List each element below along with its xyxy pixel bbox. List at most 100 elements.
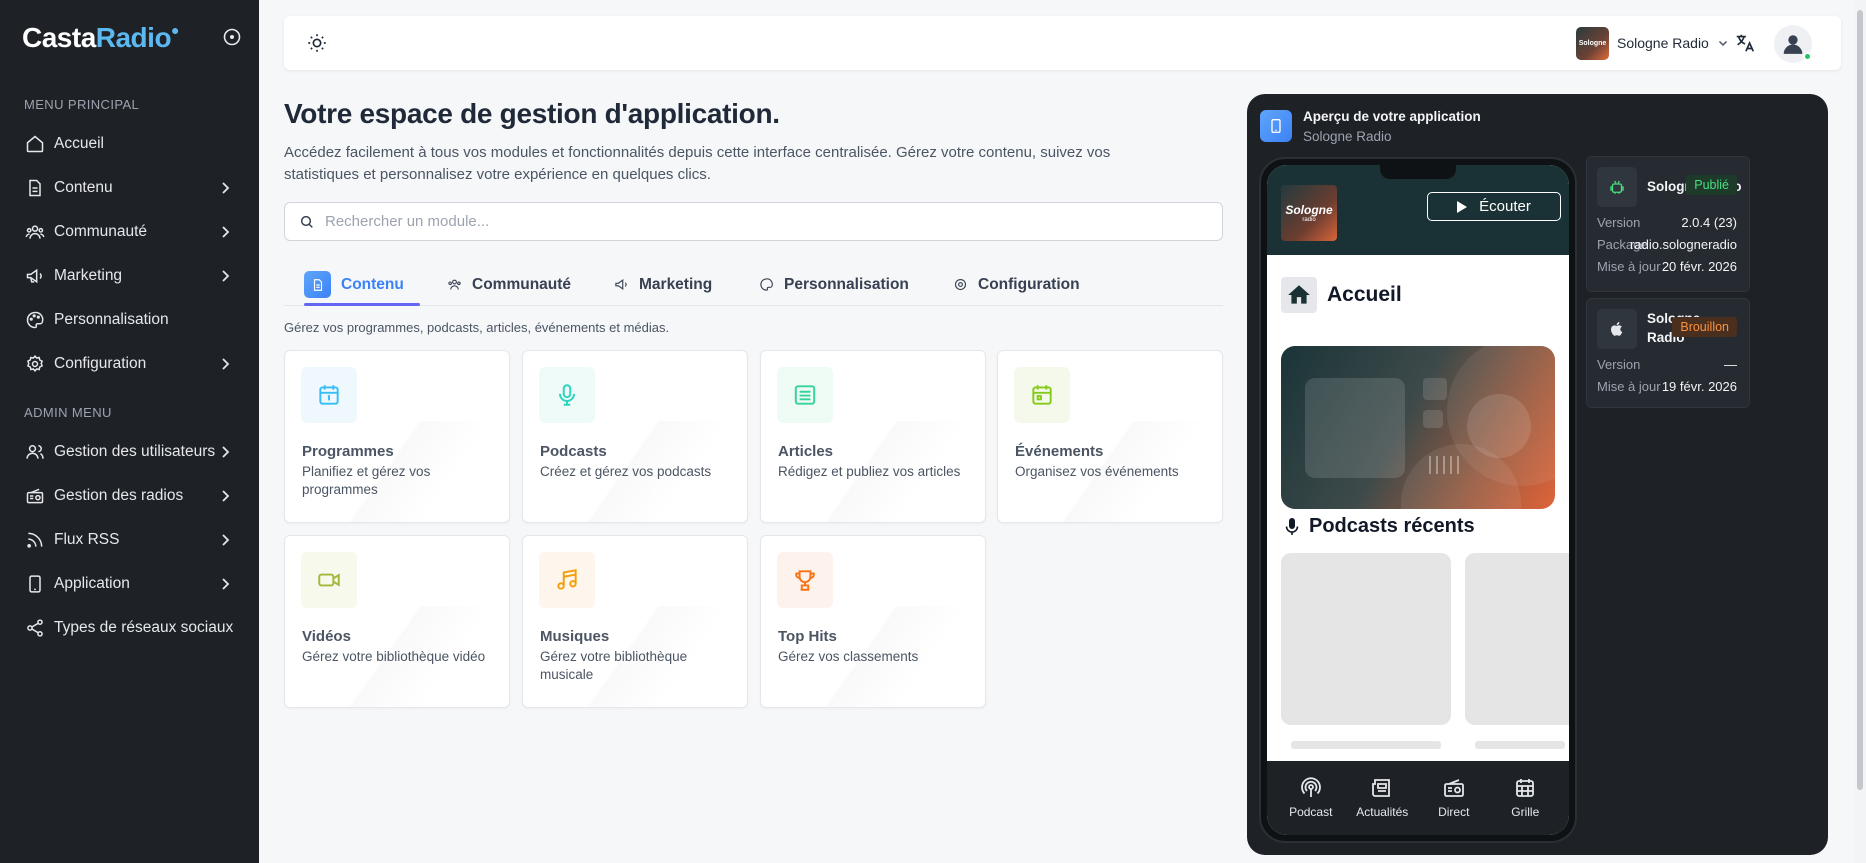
station-selector[interactable]: Sologne Sologne Radio [1576, 26, 1729, 60]
module-card-description: Rédigez et publiez vos articles [778, 464, 961, 479]
sidebar-item-types-reseaux-sociaux[interactable]: Types de réseaux sociaux [0, 608, 259, 648]
translate-icon [1736, 34, 1755, 52]
app-nav-podcast[interactable]: Podcast [1278, 761, 1344, 835]
document-icon [304, 271, 331, 298]
app-nav-label: Podcast [1289, 805, 1333, 819]
status-badge: Publié [1686, 175, 1737, 195]
sidebar-item-flux-rss[interactable]: Flux RSS [0, 520, 259, 560]
page-description: Accédez facilement à tous vos modules et… [284, 144, 1111, 183]
sidebar-item-label: Types de réseaux sociaux [54, 619, 234, 636]
sidebar-item-application[interactable]: Application [0, 564, 259, 604]
sidebar-item-communaute[interactable]: Communauté [0, 212, 259, 252]
gear-icon [952, 277, 968, 293]
ios-build-card[interactable]: Sologne Radio Brouillon Version — Mise à… [1586, 298, 1750, 408]
app-nav-direct[interactable]: Direct [1421, 761, 1487, 835]
module-card-description: Planifiez et gérez vos programmes [302, 464, 431, 497]
chevron-right-icon [222, 534, 230, 546]
listen-button[interactable]: Écouter [1427, 192, 1561, 221]
chevron-right-icon [222, 578, 230, 590]
sun-icon [308, 34, 326, 52]
sidebar-item-marketing[interactable]: Marketing [0, 256, 259, 296]
station-name: Sologne Radio [1617, 35, 1709, 51]
tab-marketing[interactable]: Marketing [613, 263, 712, 306]
module-card-programmes[interactable]: Programmes Planifiez et gérez vos progra… [284, 350, 510, 523]
module-card-top-hits[interactable]: Top Hits Gérez vos classements [760, 535, 986, 708]
calendar-icon [301, 367, 357, 423]
sidebar-item-gestion-utilisateurs[interactable]: Gestion des utilisateurs [0, 432, 259, 472]
app-nav-actualites[interactable]: Actualités [1349, 761, 1415, 835]
module-card-podcasts[interactable]: Podcasts Créez et gérez vos podcasts [522, 350, 748, 523]
app-nav-grille[interactable]: Grille [1492, 761, 1558, 835]
tab-communaute[interactable]: Communauté [446, 263, 571, 306]
podcast-placeholder-card[interactable] [1281, 553, 1451, 725]
phone-mockup: Sologne radio Écouter Accueil Podcasts r… [1259, 157, 1577, 843]
sidebar-item-configuration[interactable]: Configuration [0, 344, 259, 384]
tab-personnalisation[interactable]: Personnalisation [758, 263, 909, 306]
module-card-articles[interactable]: Articles Rédigez et publiez vos articles [760, 350, 986, 523]
home-icon [24, 133, 46, 155]
sidebar-item-label: Flux RSS [54, 531, 120, 548]
tab-contenu[interactable]: Contenu [304, 263, 420, 306]
module-card-title: Musiques [540, 628, 610, 645]
tab-configuration[interactable]: Configuration [952, 263, 1080, 306]
status-badge: Brouillon [1672, 317, 1737, 337]
page-scrollbar[interactable] [1854, 0, 1866, 863]
video-icon [301, 552, 357, 608]
tab-label: Configuration [978, 275, 1080, 293]
casta-radio-logo[interactable]: CastaRadio● [22, 22, 180, 54]
sidebar-item-label: Contenu [54, 179, 113, 196]
app-hero-banner[interactable] [1281, 346, 1555, 509]
microphone-icon [539, 367, 595, 423]
users-icon [24, 441, 46, 463]
info-value: — [1724, 357, 1737, 372]
tab-label: Personnalisation [784, 275, 909, 293]
home-icon [1281, 277, 1317, 313]
logo-text-casta: Casta [22, 22, 96, 53]
chevron-down-icon [1718, 40, 1727, 47]
app-logo-text: Sologne [1285, 203, 1333, 217]
phone-notch [1380, 165, 1456, 179]
sidebar-item-label: Gestion des utilisateurs [54, 443, 216, 460]
module-search[interactable] [284, 202, 1223, 241]
chevron-right-icon [222, 226, 230, 238]
chevron-right-icon [222, 270, 230, 282]
android-build-card[interactable]: Sologne Radio Publié Version 2.0.4 (23) … [1586, 156, 1750, 292]
theme-toggle-button[interactable] [306, 32, 328, 54]
sidebar-item-label: Application [54, 575, 130, 592]
chevron-right-icon [222, 182, 230, 194]
logo-dot: ● [171, 22, 180, 38]
info-value: 19 févr. 2026 [1661, 379, 1737, 394]
microphone-icon [1285, 517, 1299, 535]
preview-subtitle: Sologne Radio [1303, 129, 1392, 144]
rss-icon [24, 529, 46, 551]
app-logo-subtext: radio [1302, 217, 1316, 223]
app-home-heading: Accueil [1281, 277, 1402, 313]
sidebar-item-label: Personnalisation [54, 311, 169, 328]
sidebar-collapse-button[interactable] [222, 27, 242, 47]
info-label: Version [1597, 215, 1641, 230]
module-card-musiques[interactable]: Musiques Gérez votre bibliothèque musica… [522, 535, 748, 708]
sidebar-item-personnalisation[interactable]: Personnalisation [0, 300, 259, 340]
podcast-placeholder-card[interactable] [1465, 553, 1569, 725]
page-title: Votre espace de gestion d'application. [284, 98, 780, 129]
circle-dot-icon [223, 28, 241, 46]
user-avatar[interactable] [1774, 25, 1812, 63]
megaphone-icon [24, 265, 46, 287]
sidebar-item-contenu[interactable]: Contenu [0, 168, 259, 208]
module-tabs: Contenu Communauté Marketing Personnalis… [284, 263, 1223, 306]
newspaper-icon [1369, 775, 1395, 801]
module-card-evenements[interactable]: Événements Organisez vos événements [997, 350, 1223, 523]
admin-menu-title: ADMIN MENU [24, 405, 112, 420]
sidebar-item-accueil[interactable]: Accueil [0, 124, 259, 164]
module-card-description: Organisez vos événements [1015, 464, 1179, 479]
podcast-placeholder-line [1475, 741, 1565, 749]
tab-hint: Gérez vos programmes, podcasts, articles… [284, 320, 670, 335]
language-button[interactable] [1734, 32, 1756, 54]
chevron-right-icon [222, 446, 230, 458]
sidebar-item-gestion-radios[interactable]: Gestion des radios [0, 476, 259, 516]
module-card-videos[interactable]: Vidéos Gérez votre bibliothèque vidéo [284, 535, 510, 708]
module-card-description: Créez et gérez vos podcasts [540, 464, 712, 479]
logo-text-radio: Radio [95, 22, 172, 53]
search-input[interactable] [325, 213, 1205, 230]
scrollbar-thumb[interactable] [1857, 10, 1863, 790]
